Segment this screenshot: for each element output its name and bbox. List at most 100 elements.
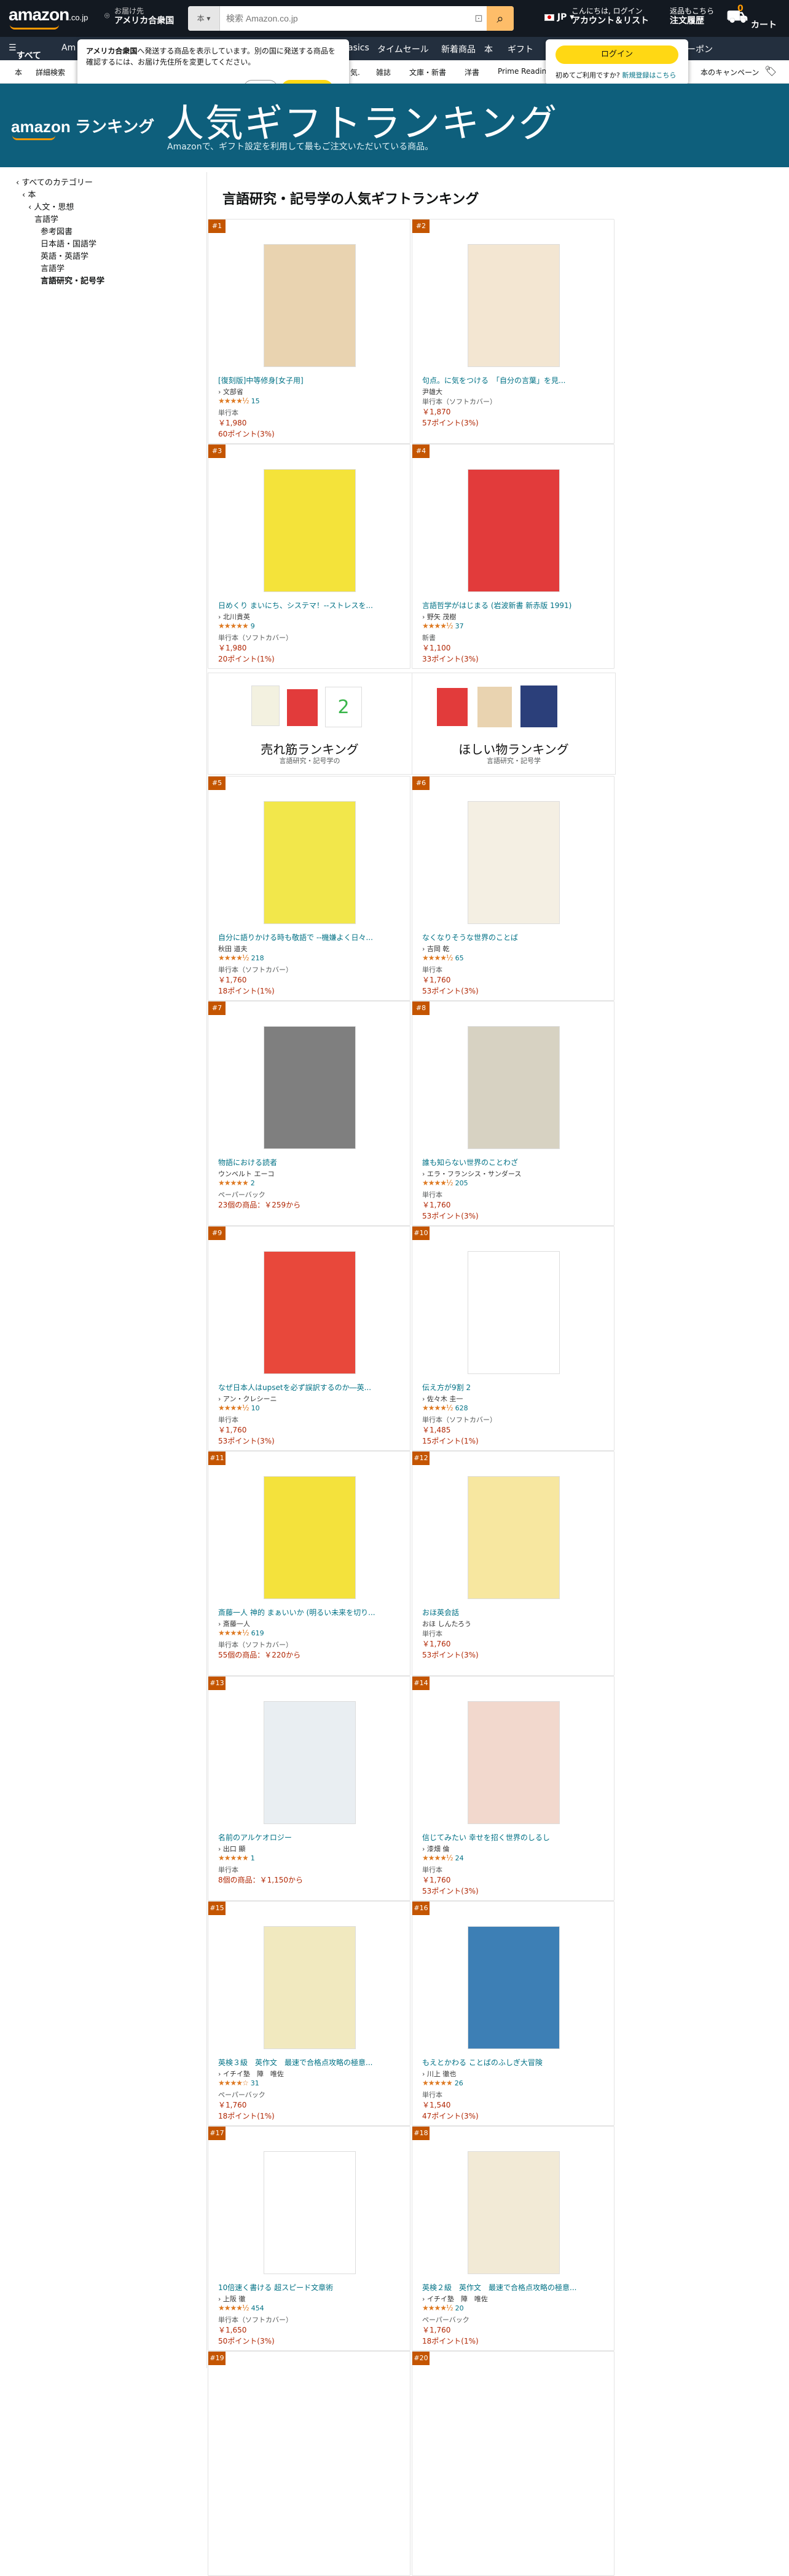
product-card[interactable]: #12 おほ英会話 おほ しんたろう 単行本 ￥1,760 53ポイント(3%) (412, 1451, 614, 1676)
amazon-logo[interactable]: amazon.co.jp (9, 5, 88, 25)
product-author[interactable]: › 北川貴英 (218, 612, 250, 622)
review-count[interactable]: 2 (251, 1179, 255, 1187)
product-card[interactable]: #11 斎藤一人 神的 まぁいいか (明るい未来を切り... › 斎藤一人 ★★★★½… (208, 1451, 410, 1676)
nav-item[interactable]: 本 (484, 43, 493, 55)
sidebar-category-item[interactable]: 言語研究・記号学 (16, 275, 104, 288)
star-rating[interactable]: ★★★★★ 1 (218, 1854, 255, 1862)
product-author[interactable]: 尹雄大 (422, 387, 442, 397)
nav-item[interactable]: Am (61, 43, 76, 53)
book-cover-image[interactable] (468, 1251, 560, 1374)
product-title-link[interactable]: 日めくり まいにち、システマ！--ストレスを... (218, 601, 402, 610)
product-author[interactable]: › アン・クレシーニ (218, 1394, 277, 1404)
product-card[interactable]: #19 (208, 2351, 410, 2576)
star-rating[interactable]: ★★★★½ 15 (218, 397, 260, 405)
product-card[interactable]: #20 (412, 2351, 614, 2576)
subnav-item[interactable]: 詳細検索 (36, 67, 65, 77)
book-cover-image[interactable] (468, 1926, 560, 2049)
product-title-link[interactable]: 10倍速く書ける 超スピード文章術 (218, 2283, 402, 2293)
subnav-item[interactable]: 気. (350, 67, 360, 77)
product-title-link[interactable]: 斎藤一人 神的 まぁいいか (明るい未来を切り... (218, 1608, 402, 1618)
star-rating[interactable]: ★★★★½ 218 (218, 954, 264, 962)
review-count[interactable]: 10 (251, 1404, 260, 1412)
book-cover-image[interactable] (468, 1026, 560, 1149)
search-category-dropdown[interactable]: 本 ▾ (188, 6, 220, 31)
product-card[interactable]: #8 誰も知らない世界のことわざ › エラ・フランシス・サンダース ★★★★½ 205 単… (412, 1001, 614, 1226)
review-count[interactable]: 20 (455, 2304, 464, 2312)
star-rating[interactable]: ★★★★½ 24 (422, 1854, 464, 1862)
product-author[interactable]: › エラ・フランシス・サンダース (422, 1169, 521, 1179)
star-rating[interactable]: ★★★★½ 10 (218, 1404, 260, 1412)
subnav-item[interactable]: Prime Readin (498, 67, 546, 76)
product-title-link[interactable]: 句点。に気をつける 「自分の言葉」を見... (422, 376, 606, 385)
subnav-campaign[interactable]: 本のキャンペーン (701, 67, 759, 77)
subnav-item[interactable]: 雑誌 (376, 67, 391, 77)
product-card[interactable]: #6 なくなりそうな世界のことば › 吉岡 乾 ★★★★½ 65 単行本 ￥1,760 53ポ… (412, 776, 614, 1001)
product-card[interactable]: #15 英検３級 英作文 最速で合格点攻略の極意... › イチイ塾 陣 唯佐 ★★★… (208, 1901, 410, 2126)
review-count[interactable]: 218 (251, 954, 264, 962)
product-title-link[interactable]: 伝え方が9割 2 (422, 1383, 606, 1393)
language-selector[interactable]: JP ▾ (544, 12, 574, 22)
product-title-link[interactable]: 名前のアルケオロジー (218, 1833, 402, 1843)
search-button[interactable]: ⌕ (487, 6, 514, 31)
star-rating[interactable]: ★★★★½ 205 (422, 1179, 468, 1187)
tag-icon[interactable]: 🏷 (764, 65, 777, 77)
product-card[interactable]: #2 句点。に気をつける 「自分の言葉」を見... 尹雄大 単行本（ソフトカバー） ￥1… (412, 219, 614, 444)
sidebar-category-item[interactable]: 英語・英語学 (16, 251, 104, 263)
product-author[interactable]: › 川上 徹也 (422, 2069, 456, 2079)
star-rating[interactable]: ★★★★½ 65 (422, 954, 464, 962)
nav-item[interactable]: asics (348, 43, 369, 53)
star-rating[interactable]: ★★★★½ 619 (218, 1629, 264, 1637)
product-title-link[interactable]: もえとかわる ことばのふしぎ大冒険 (422, 2058, 606, 2068)
star-rating[interactable]: ★★★★½ 454 (218, 2304, 264, 2312)
product-card[interactable]: #16 もえとかわる ことばのふしぎ大冒険 › 川上 徹也 ★★★★★ 26 単行本 ￥1,… (412, 1901, 614, 2126)
product-card[interactable]: #10 伝え方が9割 2 › 佐々木 圭一 ★★★★½ 628 単行本（ソフトカバー） ￥1… (412, 1226, 614, 1451)
product-card[interactable]: #7 物語における読者 ウンベルト エーコ ★★★★★ 2 ペーパーバック 23個の商品：￥… (208, 1001, 410, 1226)
sidebar-category-item[interactable]: 参考図書 (16, 226, 104, 239)
product-title-link[interactable]: 自分に語りかける時も敬語で --機嫌よく日々... (218, 933, 402, 942)
review-count[interactable]: 24 (455, 1854, 464, 1862)
product-author[interactable]: ウンベルト エーコ (218, 1169, 275, 1179)
product-author[interactable]: › 文部省 (218, 387, 243, 397)
sidebar-category-item[interactable]: ‹ すべてのカテゴリー (16, 177, 104, 189)
product-card[interactable]: #18 英検２級 英作文 最速で合格点攻略の極意... › イチイ塾 陣 唯佐 ★★★… (412, 2126, 614, 2351)
product-card[interactable]: #4 言語哲学がはじまる (岩波新書 新赤版 1991) › 野矢 茂樹 ★★★★½ 3… (412, 444, 614, 669)
product-author[interactable]: › イチイ塾 陣 唯佐 (422, 2294, 488, 2304)
camera-search-icon[interactable]: ⊡ (469, 6, 488, 31)
product-card[interactable]: #13 名前のアルケオロジー › 出口 顯 ★★★★★ 1 単行本 8個の商品：￥1,150… (208, 1676, 410, 1901)
product-card[interactable]: #17 10倍速く書ける 超スピード文章術 › 上阪 徹 ★★★★½ 454 単行本（ソフ… (208, 2126, 410, 2351)
book-cover-image[interactable] (468, 1476, 560, 1599)
product-card[interactable]: #14 信じてみたい 幸せを招く世界のしるし › 漆畑 倫 ★★★★½ 24 単行本 ￥1,… (412, 1676, 614, 1901)
subnav-item[interactable]: 文庫・新書 (409, 67, 446, 77)
star-rating[interactable]: ★★★★★ 2 (218, 1179, 255, 1187)
signup-link[interactable]: 新規登録はこちら (622, 71, 676, 79)
product-card[interactable]: #5 自分に語りかける時も敬語で --機嫌よく日々... 秋田 道夫 ★★★★½ 218… (208, 776, 410, 1001)
review-count[interactable]: 1 (251, 1854, 255, 1862)
book-cover-image[interactable] (264, 1926, 356, 2049)
book-cover-image[interactable] (468, 244, 560, 367)
book-cover-image[interactable] (264, 469, 356, 592)
nav-item[interactable]: ギフト (508, 43, 533, 55)
product-title-link[interactable]: 信じてみたい 幸せを招く世界のしるし (422, 1833, 606, 1843)
star-rating[interactable]: ★★★★½ 20 (422, 2304, 464, 2312)
review-count[interactable]: 37 (455, 622, 464, 630)
product-title-link[interactable]: 英検３級 英作文 最速で合格点攻略の極意... (218, 2058, 402, 2068)
book-cover-image[interactable] (468, 469, 560, 592)
star-rating[interactable]: ★★★★½ 628 (422, 1404, 468, 1412)
nav-item[interactable]: タイムセール (377, 43, 429, 55)
product-author[interactable]: 秋田 道夫 (218, 944, 248, 954)
product-title-link[interactable]: 英検２級 英作文 最速で合格点攻略の極意... (422, 2283, 606, 2293)
review-count[interactable]: 65 (455, 954, 464, 962)
review-count[interactable]: 619 (251, 1629, 264, 1637)
product-author[interactable]: › 上阪 徹 (218, 2294, 245, 2304)
orders-link[interactable]: 返品もこちら 注文履歴 (670, 6, 714, 26)
wishlist-link[interactable]: ほしい物ランキング 言語研究・記号学 (412, 673, 615, 774)
review-count[interactable]: 15 (251, 397, 260, 405)
bestsellers-link[interactable]: 2 売れ筋ランキング 言語研究・記号学の (208, 673, 411, 774)
sidebar-category-item[interactable]: ‹ 本 (16, 189, 104, 202)
product-author[interactable]: › 出口 顯 (218, 1844, 245, 1854)
search-input[interactable] (221, 6, 467, 31)
all-menu-button[interactable]: ☰ すべて (9, 43, 41, 61)
product-author[interactable]: › 斎藤一人 (218, 1619, 250, 1629)
product-author[interactable]: › 野矢 茂樹 (422, 612, 456, 622)
book-cover-image[interactable] (264, 244, 356, 367)
